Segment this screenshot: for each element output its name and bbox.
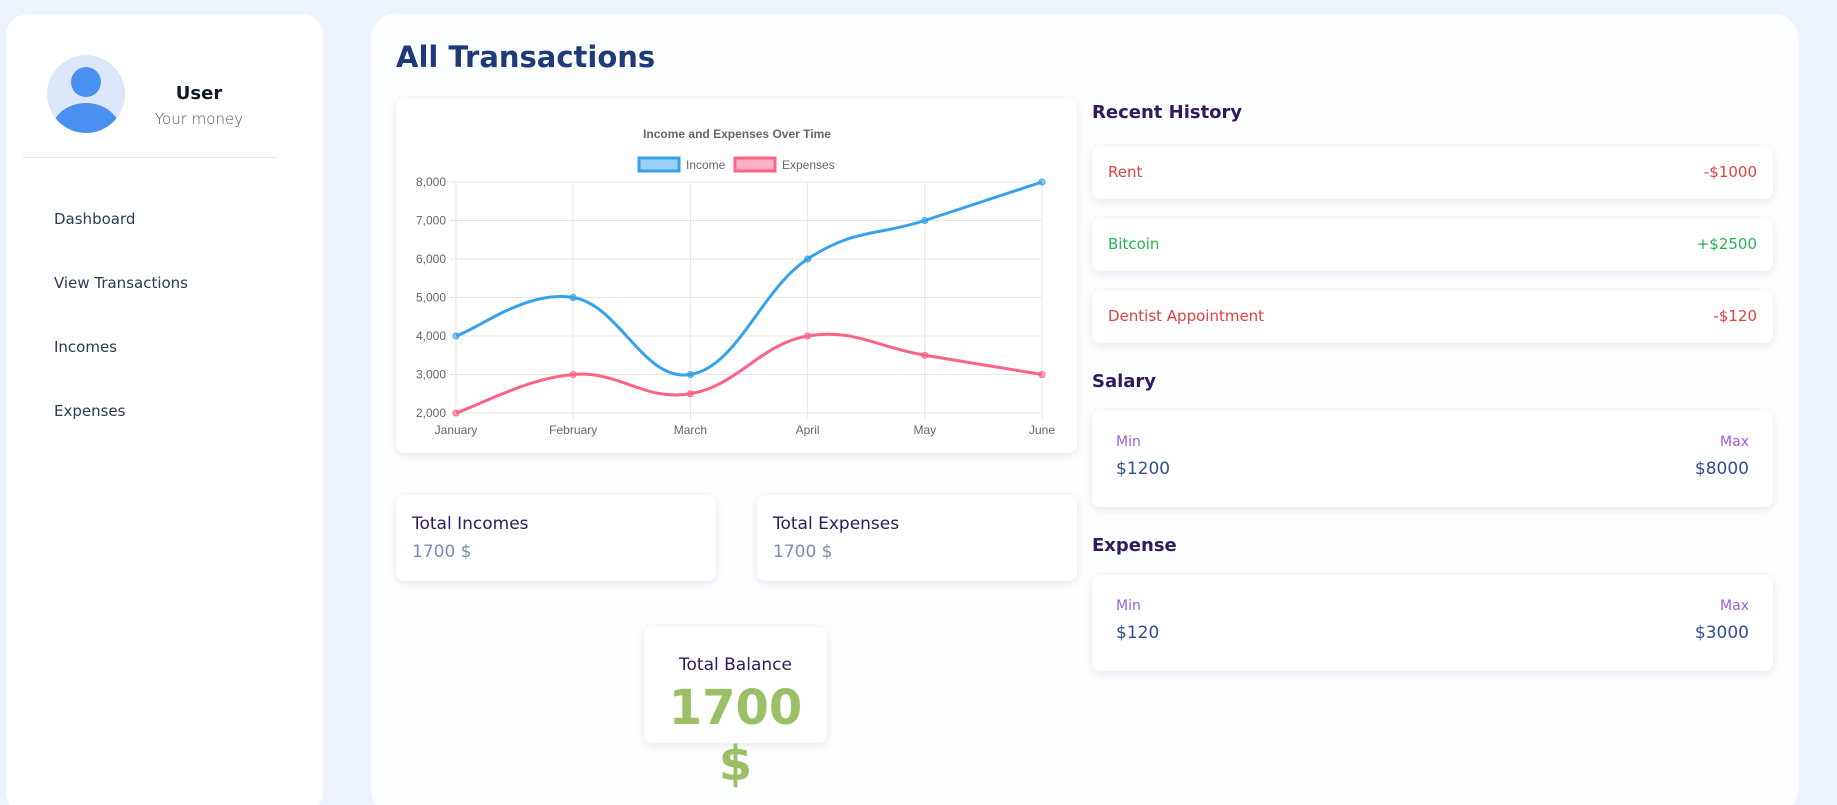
user-icon <box>51 67 121 133</box>
expense-range-card: Min Max $120 $3000 <box>1092 575 1773 671</box>
chart-title: Income and Expenses Over Time <box>643 127 831 141</box>
history-item-name: Rent <box>1108 163 1143 181</box>
chart-ticks: 8,000 7,000 6,000 5,000 4,000 3,000 2,000 Janua… <box>416 175 1055 437</box>
history-item[interactable]: Bitcoin +$2500 <box>1092 219 1773 271</box>
series-line-income <box>455 180 1043 377</box>
expense-title: Expense <box>1092 535 1177 556</box>
sidebar-item-expenses[interactable]: Expenses <box>54 402 188 466</box>
sidebar-item-incomes[interactable]: Incomes <box>54 338 188 402</box>
y-tick-label: 3,000 <box>416 368 446 382</box>
chart-legend: Income Expenses <box>637 156 835 173</box>
x-tick-label: March <box>674 423 707 437</box>
total-incomes-value: 1700 $ <box>412 542 472 562</box>
data-point-income[interactable] <box>686 371 694 378</box>
y-tick-label: 8,000 <box>416 175 446 189</box>
avatar <box>47 55 125 133</box>
profile-subtitle: Your money <box>154 110 244 128</box>
history-item-amount: -$120 <box>1713 307 1757 325</box>
salary-title: Salary <box>1092 371 1157 392</box>
total-expenses-label: Total Expenses <box>773 514 900 534</box>
y-tick-label: 4,000 <box>416 329 446 343</box>
data-point-expenses[interactable] <box>921 351 929 359</box>
recent-history-title: Recent History <box>1092 102 1243 123</box>
data-point-expenses[interactable] <box>569 371 577 378</box>
sidebar-item-dashboard[interactable]: Dashboard <box>54 210 188 274</box>
y-tick-label: 7,000 <box>416 214 446 228</box>
expense-max-value: $3000 <box>1694 623 1749 643</box>
sidebar-nav: Dashboard View Transactions Incomes Expe… <box>54 210 188 466</box>
total-balance-card: Total Balance 1700 $ <box>644 627 827 792</box>
series-line-expenses <box>455 332 1043 415</box>
legend-swatch-income[interactable] <box>637 156 681 173</box>
x-tick-label: January <box>435 423 478 437</box>
total-expenses-card: Total Expenses 1700 $ <box>757 495 1077 581</box>
total-balance-value: 1700 $ <box>668 680 803 792</box>
expense-min-value: $120 <box>1116 623 1160 643</box>
legend-swatch-expenses[interactable] <box>733 156 777 173</box>
expense-min-label: Min <box>1116 598 1141 614</box>
salary-max-value: $8000 <box>1694 459 1749 479</box>
page-title: All Transactions <box>396 40 656 74</box>
total-incomes-label: Total Incomes <box>412 514 529 534</box>
data-point-expenses[interactable] <box>452 409 460 417</box>
salary-min-value: $1200 <box>1116 459 1171 479</box>
data-point-income[interactable] <box>569 294 577 301</box>
y-tick-label: 2,000 <box>416 406 446 420</box>
data-point-expenses[interactable] <box>1038 371 1046 378</box>
total-incomes-card: Total Incomes 1700 $ <box>396 495 716 581</box>
history-item-name: Dentist Appointment <box>1108 307 1265 325</box>
y-tick-label: 5,000 <box>416 291 446 305</box>
total-balance-label: Total Balance <box>679 655 792 675</box>
main-panel: All Transactions Income and Expenses Ove… <box>371 14 1798 805</box>
y-tick-label: 6,000 <box>416 252 446 266</box>
salary-range-card: Min Max $1200 $8000 <box>1092 411 1773 507</box>
chart-card: Income and Expenses Over Time Income Expe… <box>396 99 1077 453</box>
sidebar: User Your money Dashboard View Transacti… <box>6 14 323 805</box>
history-item-amount: -$1000 <box>1703 163 1757 181</box>
data-point-expenses[interactable] <box>686 390 694 398</box>
history-item-name: Bitcoin <box>1108 235 1160 253</box>
data-point-income[interactable] <box>1038 178 1046 186</box>
x-tick-label: June <box>1029 423 1055 437</box>
data-point-income[interactable] <box>804 255 812 263</box>
data-point-expenses[interactable] <box>804 332 812 340</box>
user-profile: User Your money <box>47 55 287 133</box>
salary-max-label: Max <box>1720 434 1749 450</box>
history-item[interactable]: Rent -$1000 <box>1092 147 1773 199</box>
profile-name: User <box>175 83 223 104</box>
income-expenses-chart: Income and Expenses Over Time Income Expe… <box>416 127 1055 437</box>
legend-label-expenses[interactable]: Expenses <box>782 158 835 172</box>
legend-label-income[interactable]: Income <box>686 158 726 172</box>
sidebar-divider <box>22 157 278 158</box>
salary-min-label: Min <box>1116 434 1141 450</box>
x-tick-label: February <box>549 423 597 437</box>
data-point-income[interactable] <box>452 332 460 340</box>
x-tick-label: May <box>913 423 936 437</box>
history-item[interactable]: Dentist Appointment -$120 <box>1092 291 1773 343</box>
history-item-amount: +$2500 <box>1696 235 1757 253</box>
x-tick-label: April <box>796 423 820 437</box>
expense-max-label: Max <box>1720 598 1749 614</box>
sidebar-item-view-transactions[interactable]: View Transactions <box>54 274 188 338</box>
data-point-income[interactable] <box>921 217 929 224</box>
total-expenses-value: 1700 $ <box>773 542 833 562</box>
